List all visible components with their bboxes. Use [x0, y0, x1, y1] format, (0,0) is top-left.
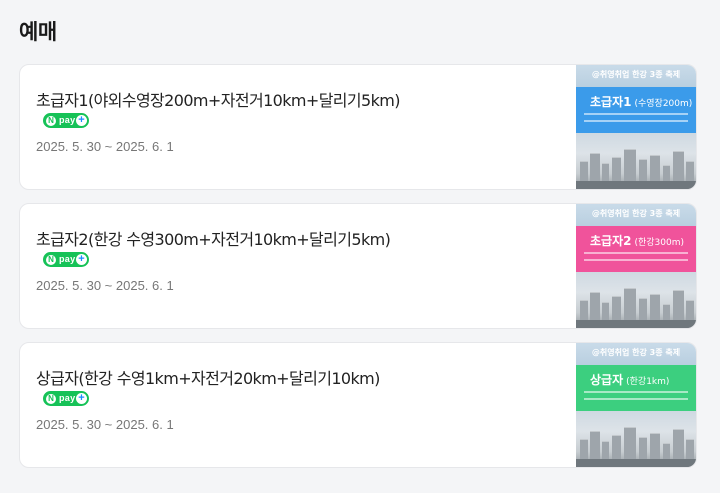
naver-pay-label: pay: [59, 254, 76, 264]
city-skyline-image: [576, 411, 696, 467]
poster-thumbnail: @취영취업 한강 3종 축제 초급자1 (수영장200m): [576, 65, 696, 189]
city-skyline-image: [576, 272, 696, 328]
poster-thumbnail: @취영취업 한강 3종 축제 상급자 (한강1km): [576, 343, 696, 467]
poster-header: @취영취업 한강 3종 축제: [591, 70, 681, 79]
naver-n-icon: N: [46, 115, 56, 126]
ticket-title: 상급자(한강 수영1km+자전거20km+달리기10km): [36, 369, 380, 388]
ticket-card[interactable]: 초급자1(야외수영장200m+자전거10km+달리기5km) N pay + 2…: [19, 64, 697, 190]
poster-level: 초급자1 (수영장200m): [590, 95, 693, 109]
poster-level: 초급자2 (한강300m): [590, 234, 685, 248]
poster-band: 초급자1 (수영장200m): [576, 87, 696, 133]
poster-header: @취영취업 한강 3종 축제: [591, 209, 681, 218]
poster-header: @취영취업 한강 3종 축제: [591, 348, 681, 357]
poster-band: 상급자 (한강1km): [576, 365, 696, 411]
naver-pay-badge: N pay +: [43, 252, 89, 267]
plus-icon: +: [76, 393, 87, 404]
section-title: 예매: [19, 20, 57, 44]
ticket-date: 2025. 5. 30 ~ 2025. 6. 1: [36, 278, 174, 293]
city-skyline-image: [576, 133, 696, 189]
poster-thumbnail: @취영취업 한강 3종 축제 초급자2 (한강300m): [576, 204, 696, 328]
naver-pay-label: pay: [59, 115, 76, 125]
naver-n-icon: N: [46, 393, 56, 404]
naver-pay-badge: N pay +: [43, 391, 89, 406]
plus-icon: +: [76, 115, 87, 126]
plus-icon: +: [76, 254, 87, 265]
naver-pay-badge: N pay +: [43, 113, 89, 128]
poster-level: 상급자 (한강1km): [590, 373, 670, 387]
ticket-date: 2025. 5. 30 ~ 2025. 6. 1: [36, 139, 174, 154]
naver-n-icon: N: [46, 254, 56, 265]
ticket-title: 초급자2(한강 수영300m+자전거10km+달리기5km): [36, 230, 391, 249]
ticket-date: 2025. 5. 30 ~ 2025. 6. 1: [36, 417, 174, 432]
poster-band: 초급자2 (한강300m): [576, 226, 696, 272]
ticket-card[interactable]: 상급자(한강 수영1km+자전거20km+달리기10km) N pay + 20…: [19, 342, 697, 468]
naver-pay-label: pay: [59, 393, 76, 403]
ticket-title: 초급자1(야외수영장200m+자전거10km+달리기5km): [36, 91, 401, 110]
ticket-card[interactable]: 초급자2(한강 수영300m+자전거10km+달리기5km) N pay + 2…: [19, 203, 697, 329]
